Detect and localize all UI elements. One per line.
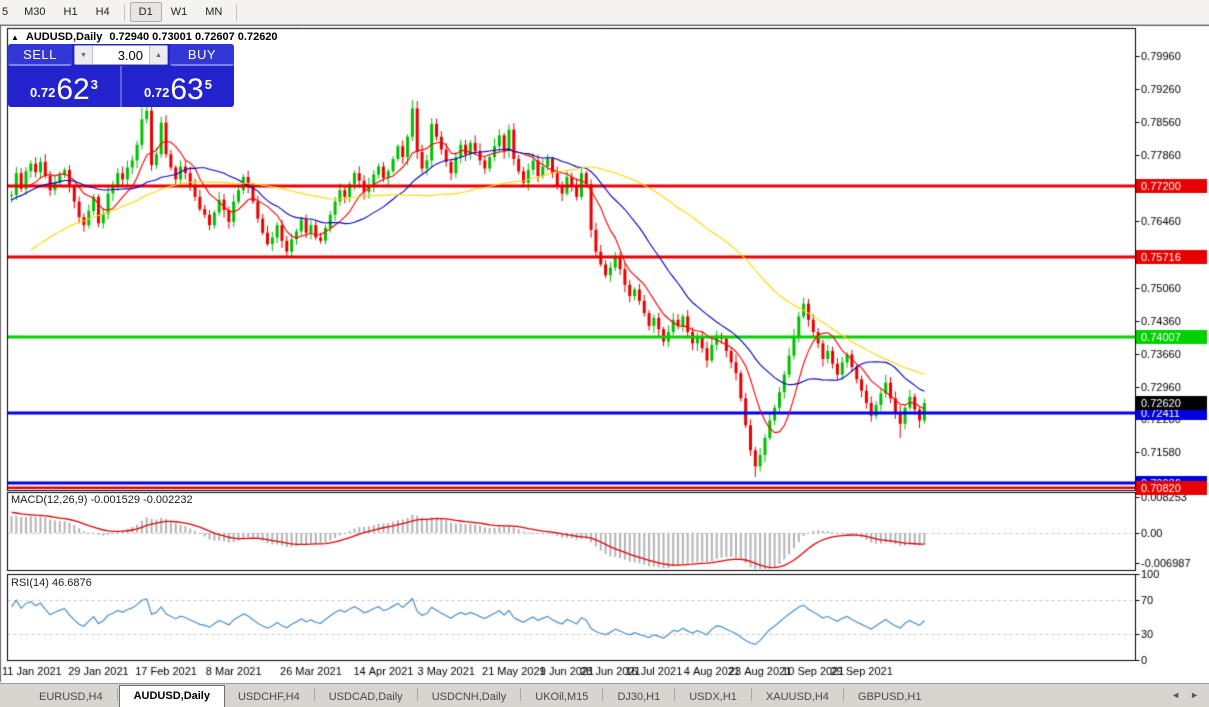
sell-price-big: 62 [56,73,90,106]
volume-increase-icon[interactable]: ▲ [149,46,167,64]
timeframe-h4[interactable]: H4 [87,2,119,22]
tab-separator [416,688,418,701]
platform-window: 5 M30 H1 H4 D1 W1 MN ▲ AUDUSD,Daily 0.72… [0,0,1209,707]
tab-separator [674,688,676,701]
timeframe-h1[interactable]: H1 [55,2,87,22]
macd-values: -0.001529 -0.002232 [90,494,193,506]
bottom-tab-xauusd-h4[interactable]: XAUUSD,H4 [753,687,842,707]
bottom-tab-usdcnh-daily[interactable]: USDCNH,Daily [419,687,520,707]
tab-strip: EURUSD,H4 AUDUSD,Daily USDCHF,H4 USDCAD,Dai… [0,684,934,707]
sell-price-pip: 3 [90,77,98,92]
volume-stepper: ▼ 3.00 ▲ [74,45,168,65]
bottom-tab-audusd-daily[interactable]: AUDUSD,Daily [118,685,225,707]
tab-separator [116,688,118,701]
bottom-tab-usdcad-daily[interactable]: USDCAD,Daily [316,687,416,707]
timeframe-m15[interactable]: 5 [0,2,15,22]
timeframe-toolbar: 5 M30 H1 H4 D1 W1 MN [0,0,1209,25]
bottom-tab-usdchf-h4[interactable]: USDCHF,H4 [225,687,313,707]
bottom-tab-usdx-h1[interactable]: USDX,H1 [676,687,750,707]
sell-button[interactable]: SELL [8,44,72,66]
sell-price-prefix: 0.72 [30,85,56,100]
volume-decrease-icon[interactable]: ▼ [75,46,93,64]
tab-separator [842,688,844,701]
chart-symbol-label: AUDUSD,Daily [25,31,103,43]
tab-separator [750,688,752,701]
buy-price-display[interactable]: 0.72 63 5 [122,66,234,107]
bottom-tab-gbpusd-h1[interactable]: GBPUSD,H1 [845,687,935,707]
collapse-triangle-icon[interactable]: ▲ [11,33,19,42]
rsi-value: 46.6876 [51,577,92,589]
bottom-tab-dj30-h1[interactable]: DJ30,H1 [604,687,673,707]
timeframe-m30[interactable]: M30 [15,2,54,22]
timeframe-w1[interactable]: W1 [162,2,197,22]
macd-label: MACD(12,26,9) -0.001529 -0.002232 [11,494,193,506]
one-click-trade-panel: SELL ▼ 3.00 ▲ BUY 0.72 62 3 0.72 63 5 [8,44,234,107]
bottom-tab-ukoil-m15[interactable]: UKOil,M15 [522,687,601,707]
buy-price-pip: 5 [204,77,212,92]
rsi-name: RSI(14) [11,577,49,589]
toolbar-separator [123,3,125,21]
timeframe-mn[interactable]: MN [196,2,231,22]
volume-input[interactable]: 3.00 [93,48,149,63]
buy-price-prefix: 0.72 [144,85,170,100]
symbol-tab-bar: EURUSD,H4 AUDUSD,Daily USDCHF,H4 USDCAD,Dai… [0,683,1209,707]
chart-header: ▲ AUDUSD,Daily 0.72940 0.73001 0.72607 0… [11,31,278,43]
tab-scroll-left-icon[interactable]: ◄ [1171,690,1180,700]
rsi-label: RSI(14) 46.6876 [11,577,92,589]
toolbar-separator [236,3,238,21]
tab-scroll-right-icon[interactable]: ► [1190,690,1199,700]
macd-name: MACD(12,26,9) [11,494,88,506]
bottom-tab-eurusd-h4[interactable]: EURUSD,H4 [26,687,116,707]
sell-price-display[interactable]: 0.72 62 3 [8,66,122,107]
tab-separator [520,688,522,701]
tab-separator [313,688,315,701]
timeframe-d1[interactable]: D1 [129,2,162,22]
buy-button[interactable]: BUY [170,44,234,66]
buy-price-big: 63 [170,73,204,106]
tab-separator [602,688,604,701]
chart-ohlc-values: 0.72940 0.73001 0.72607 0.72620 [109,31,278,43]
